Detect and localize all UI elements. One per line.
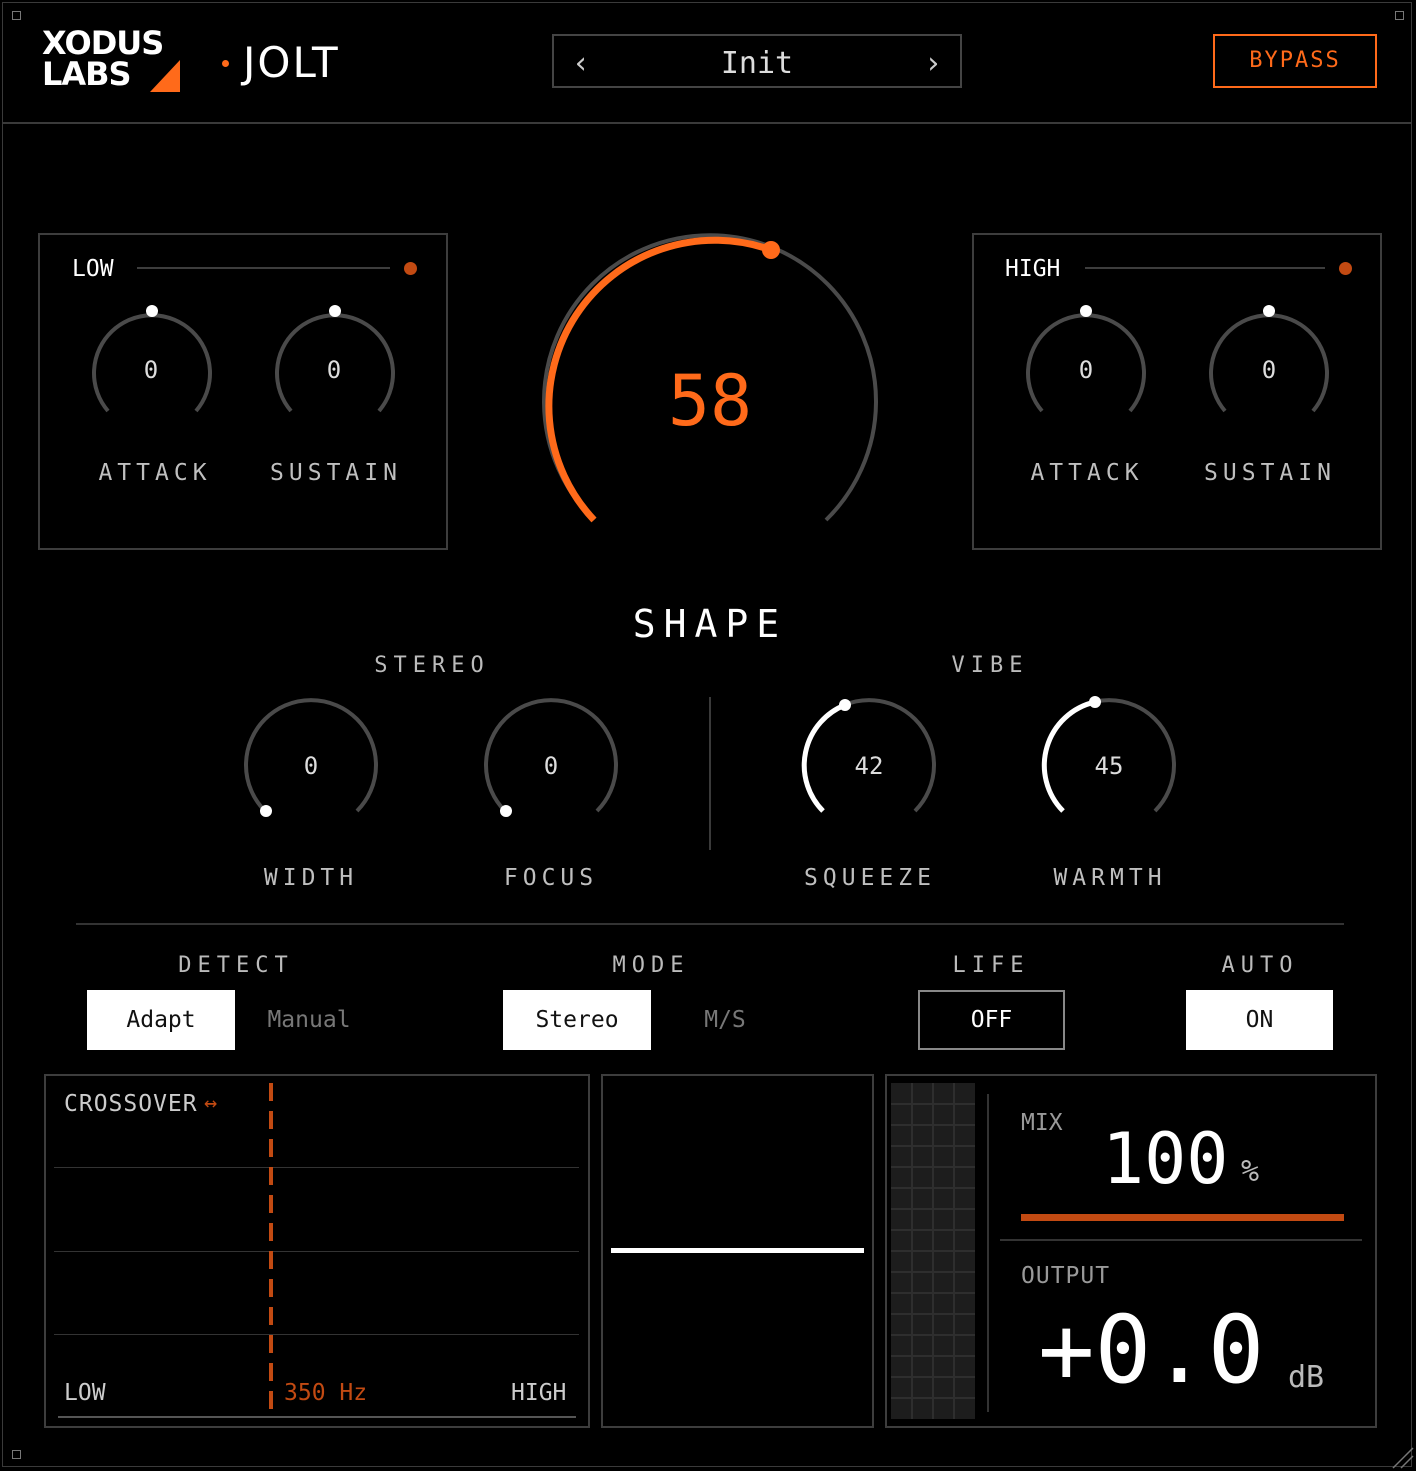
- controls-divider: [76, 923, 1344, 925]
- crossover-arrows-icon: ↔: [204, 1091, 218, 1116]
- squeeze-label: SQUEEZE: [804, 865, 936, 891]
- low-band-title: LOW: [72, 256, 114, 282]
- focus-value: 0: [543, 752, 559, 780]
- crossover-high-label: HIGH: [511, 1380, 567, 1406]
- auto-toggle[interactable]: ON: [1186, 990, 1333, 1050]
- crossover-handle[interactable]: [266, 1083, 276, 1418]
- high-band-line: [1085, 267, 1325, 269]
- shape-value: 58: [667, 360, 753, 442]
- life-toggle[interactable]: OFF: [918, 990, 1065, 1050]
- low-sustain-value: 0: [326, 356, 342, 384]
- low-sustain-label: SUSTAIN: [270, 460, 402, 486]
- crossover-low-label: LOW: [64, 1380, 106, 1406]
- detect-manual-button[interactable]: Manual: [235, 990, 383, 1050]
- crossover-grid-line: [54, 1167, 579, 1168]
- low-attack-value: 0: [143, 356, 159, 384]
- vibe-section-title: VIBE: [951, 653, 1029, 678]
- life-title: LIFE: [952, 953, 1030, 978]
- high-sustain-label: SUSTAIN: [1204, 460, 1336, 486]
- header-divider: [2, 122, 1412, 124]
- focus-label: FOCUS: [503, 865, 599, 891]
- high-band-indicator-icon[interactable]: [1339, 262, 1352, 275]
- bypass-button[interactable]: BYPASS: [1213, 34, 1377, 88]
- crossover-label: CROSSOVER: [64, 1091, 198, 1117]
- high-sustain-value: 0: [1261, 356, 1277, 384]
- preset-name[interactable]: Init: [554, 46, 960, 81]
- high-attack-value: 0: [1078, 356, 1094, 384]
- crossover-baseline: [58, 1416, 576, 1418]
- product-dot-icon: [222, 60, 229, 67]
- width-value: 0: [303, 752, 319, 780]
- warmth-label: WARMTH: [1053, 865, 1167, 891]
- mode-title: MODE: [612, 953, 690, 978]
- mix-label: MIX: [1021, 1110, 1063, 1136]
- stereo-vibe-divider: [709, 697, 711, 850]
- meter-divider: [987, 1094, 989, 1412]
- corner-marker-bl: [12, 1450, 21, 1459]
- brand-logo: XODUS LABS: [42, 27, 164, 93]
- crossover-frequency: 350 Hz: [284, 1380, 368, 1406]
- stereo-section-title: STEREO: [374, 653, 490, 678]
- output-unit: dB: [1288, 1360, 1325, 1395]
- logo-triangle-icon: [150, 60, 180, 92]
- low-band-line: [137, 267, 390, 269]
- mix-output-divider: [1000, 1239, 1362, 1241]
- crossover-grid-line: [54, 1334, 579, 1335]
- corner-marker-tl: [12, 11, 21, 20]
- mode-ms-button[interactable]: M/S: [651, 990, 799, 1050]
- high-attack-label: ATTACK: [1030, 460, 1144, 486]
- mix-slider-bar[interactable]: [1021, 1214, 1344, 1221]
- corner-marker-tr: [1395, 11, 1404, 20]
- mode-stereo-button[interactable]: Stereo: [503, 990, 651, 1050]
- auto-title: AUTO: [1221, 953, 1299, 978]
- resize-grip-icon[interactable]: [1392, 1447, 1414, 1469]
- width-label: WIDTH: [263, 865, 359, 891]
- mix-unit: %: [1241, 1154, 1260, 1189]
- detect-adapt-button[interactable]: Adapt: [87, 990, 235, 1050]
- preset-selector[interactable]: ‹ Init ›: [552, 34, 962, 88]
- low-band-indicator-icon[interactable]: [404, 262, 417, 275]
- output-label: OUTPUT: [1021, 1263, 1111, 1289]
- mix-value[interactable]: 100: [1102, 1118, 1228, 1200]
- product-name: JOLT: [243, 38, 340, 87]
- output-value[interactable]: +0.0: [1038, 1296, 1264, 1405]
- logo-line2: LABS: [42, 55, 132, 93]
- high-band-title: HIGH: [1005, 256, 1061, 282]
- crossover-grid-line: [54, 1251, 579, 1252]
- transfer-curve-line: [611, 1248, 864, 1253]
- preset-next-button[interactable]: ›: [924, 46, 942, 81]
- detect-title: DETECT: [178, 953, 294, 978]
- output-meter: [891, 1083, 975, 1419]
- shape-label: SHAPE: [632, 602, 788, 646]
- low-attack-label: ATTACK: [98, 460, 212, 486]
- squeeze-value: 42: [854, 752, 884, 780]
- warmth-value: 45: [1094, 752, 1124, 780]
